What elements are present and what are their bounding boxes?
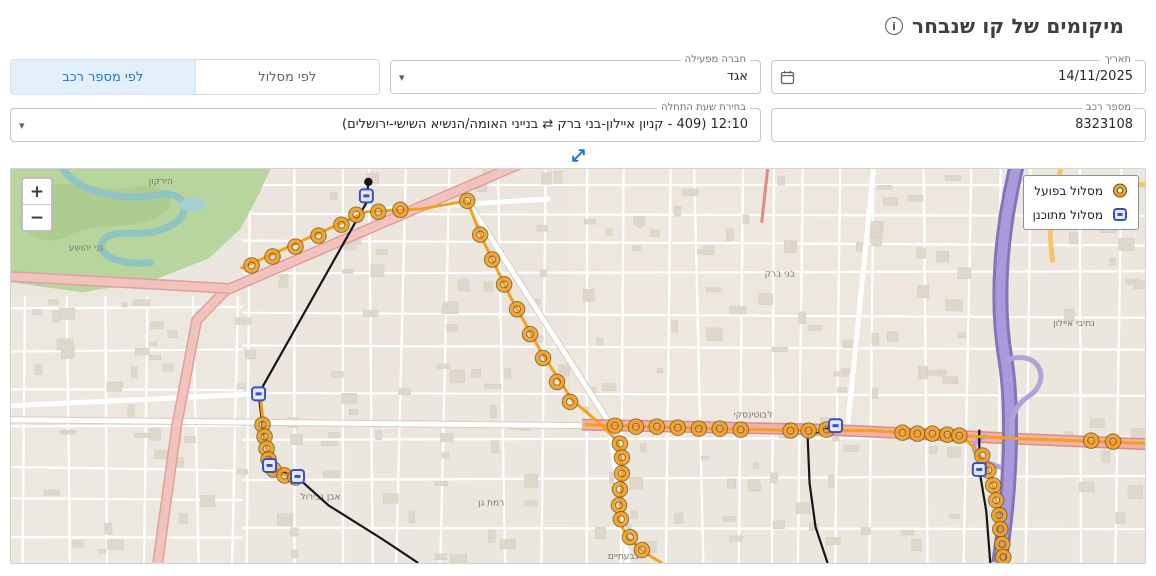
legend-label-actual: מסלול בפועל (1034, 183, 1103, 198)
date-field-label: תאריך (1100, 54, 1135, 66)
legend-item-actual: מסלול בפועל (1033, 183, 1129, 198)
planned-stop-marker[interactable] (251, 386, 267, 402)
start-time-value: 12:10 (409 - קניון איילון-בני ברק ⇄ בניי… (342, 117, 748, 132)
planned-stop-marker[interactable] (828, 418, 844, 434)
view-mode-toggle: לפי מסלול לפי מספר רכב (10, 59, 380, 95)
by-route-toggle-button[interactable]: לפי מסלול (195, 59, 380, 95)
zoom-control: + − (21, 177, 53, 232)
vehicle-number-field[interactable]: מספר רכב 8323108 (771, 102, 1146, 142)
map-place-label: ז'בוטינסקי (734, 411, 773, 421)
chevron-down-icon: ▾ (19, 118, 25, 132)
planned-route-icon (1113, 208, 1127, 221)
map-canvas[interactable]: גני יהושע הירקון בני ברק רמת גן ז'בוטינסקי נת… (11, 169, 1145, 563)
map-place-label: גבעתיים (608, 552, 639, 562)
legend-label-planned: מסלול מתוכנן (1032, 207, 1103, 222)
map-expand-row (10, 142, 1146, 168)
calendar-icon[interactable] (780, 61, 795, 93)
map-place-label: רמת גן (478, 498, 504, 508)
actual-route-icon (1113, 183, 1127, 198)
vehicle-number-label: מספר רכב (1081, 102, 1135, 114)
page-title: מיקומים של קו שנבחר (912, 14, 1124, 38)
page-header: מיקומים של קו שנבחר i (10, 6, 1146, 46)
page: מיקומים של קו שנבחר i תאריך 14/11/2025 ח… (0, 0, 1156, 564)
planned-stop-marker[interactable] (262, 458, 278, 473)
map-place-label: גני יהושע (69, 244, 104, 254)
filters-row-2: מספר רכב 8323108 בחירת שעת התחלה 12:10 (… (10, 102, 1146, 142)
expand-icon[interactable] (570, 147, 587, 164)
planned-stop-marker[interactable] (358, 188, 374, 204)
zoom-in-button[interactable]: + (23, 179, 51, 204)
map-container[interactable]: גני יהושע הירקון בני ברק רמת גן ז'בוטינסקי נת… (10, 168, 1146, 564)
map-place-label: בני ברק (765, 269, 795, 279)
pond (179, 197, 206, 212)
by-vehicle-toggle-button[interactable]: לפי מספר רכב (10, 59, 196, 95)
filters-row-1: תאריך 14/11/2025 חברה מפעילה אגד ▾ לפי מ… (10, 54, 1146, 95)
start-time-label: בחירת שעת התחלה (657, 102, 750, 114)
start-time-select[interactable]: בחירת שעת התחלה 12:10 (409 - קניון איילו… (10, 102, 761, 142)
route-start-marker[interactable] (364, 177, 373, 187)
planned-stop-marker[interactable] (971, 462, 987, 477)
map-place-label: הירקון (149, 177, 173, 187)
company-select[interactable]: חברה מפעילה אגד ▾ (390, 54, 761, 94)
planned-stop-marker[interactable] (290, 468, 305, 484)
legend-item-planned: מסלול מתוכנן (1033, 207, 1129, 222)
map-place-label: נתיבי איילון (1053, 319, 1095, 329)
date-field[interactable]: תאריך 14/11/2025 (771, 54, 1146, 94)
info-icon[interactable]: i (885, 17, 903, 35)
chevron-down-icon: ▾ (399, 70, 405, 84)
date-field-value: 14/11/2025 (1058, 69, 1133, 84)
map-legend: מסלול בפועל מסלול מתוכנן (1022, 175, 1139, 230)
zoom-out-button[interactable]: − (23, 204, 51, 230)
company-select-label: חברה מפעילה (680, 54, 750, 66)
